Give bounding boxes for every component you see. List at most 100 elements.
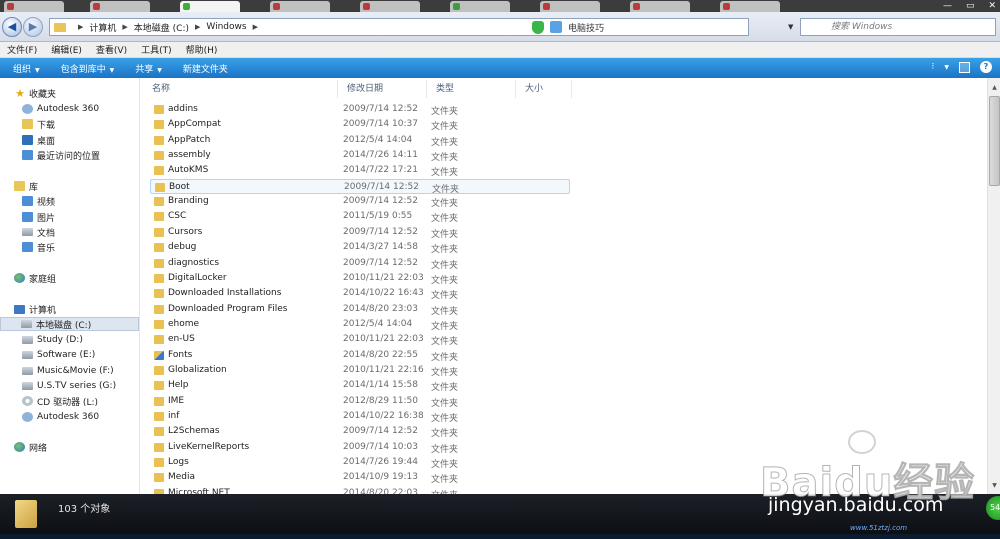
nav-item-desktop[interactable]: 桌面 [22,133,139,147]
table-row[interactable]: Microsoft.NET2014/8/20 22:03文件夹 [150,486,570,494]
shield-icon[interactable] [532,20,544,34]
file-name: Help [168,380,189,391]
menu-edit[interactable]: 编辑(E) [51,43,82,56]
table-row[interactable]: AutoKMS 2014/7/22 17:21 文件夹 [150,163,570,178]
nav-favorites[interactable]: ★ 收藏夹 [14,86,134,100]
table-row[interactable]: LiveKernelReports 2009/7/14 10:03 文件夹 [150,440,570,455]
browser-tab[interactable] [720,1,780,12]
nav-item-music[interactable]: 音乐 [22,240,139,254]
nav-item-local-disk-c[interactable]: 本地磁盘 (C:) [0,317,139,331]
table-row[interactable]: Boot 2009/7/14 12:52 文件夹 [150,178,570,195]
file-name: inf [168,411,180,421]
column-header-date-modified[interactable]: 修改日期 [338,80,427,98]
preview-pane-icon[interactable] [959,61,970,73]
nav-item-recent-places[interactable]: 最近访问的位置 [22,148,139,162]
column-header-size[interactable]: 大小 [516,80,572,98]
extension-label[interactable]: 电脑技巧 [568,21,604,34]
nav-item-videos[interactable]: 视频 [22,194,139,208]
scrollbar-thumb[interactable] [989,96,1000,186]
table-row[interactable]: AppPatch 2012/5/4 14:04 文件夹 [150,133,570,148]
view-options-icon[interactable]: ⁝ [932,62,935,72]
share-button[interactable]: 共享 ▼ [135,62,162,75]
browser-tab[interactable] [4,1,64,12]
file-type: 文件夹 [431,460,459,471]
nav-item-cd-drive-l[interactable]: CD 驱动器 (L:) [22,394,139,408]
browser-tab[interactable] [270,1,330,12]
nav-item-label: Study (D:) [37,335,83,345]
nav-network[interactable]: 网络 [14,440,134,454]
table-row[interactable]: Help 2014/1/14 15:58 文件夹 [150,378,570,393]
back-button[interactable]: ◀ [2,17,22,37]
nav-item-software-e[interactable]: Software (E:) [22,348,139,362]
chevron-down-icon[interactable]: ▼ [944,64,949,71]
column-header-name[interactable]: 名称 [143,80,338,98]
nav-item-downloads[interactable]: 下载 [22,117,139,131]
close-button[interactable]: ✕ [988,0,996,12]
nav-item-music-movie-f[interactable]: Music&Movie (F:) [22,364,139,378]
nav-item-label: Software (E:) [37,350,96,360]
table-row[interactable]: Media 2014/10/9 19:13 文件夹 [150,470,570,485]
menu-file[interactable]: 文件(F) [7,43,37,56]
organize-button[interactable]: 组织 ▼ [13,62,40,75]
table-row[interactable]: assembly 2014/7/26 14:11 文件夹 [150,148,570,163]
table-row[interactable]: Logs 2014/7/26 19:44 文件夹 [150,455,570,470]
table-row[interactable]: diagnostics 2009/7/14 12:52 文件夹 [150,256,570,271]
maximize-button[interactable]: ▭ [966,0,975,12]
search-input[interactable]: 搜索 Windows [800,18,996,36]
table-row[interactable]: DigitalLocker 2010/11/21 22:03 文件夹 [150,271,570,286]
table-row[interactable]: ehome 2012/5/4 14:04 文件夹 [150,317,570,332]
file-name: IME [168,395,185,406]
table-row[interactable]: L2Schemas 2009/7/14 12:52 文件夹 [150,424,570,439]
folder-icon [154,442,164,452]
help-icon[interactable]: ? [980,61,992,73]
chevron-right-icon[interactable]: ▶ [195,23,200,31]
nav-item-pictures[interactable]: 图片 [22,210,139,224]
nav-item-autodesk-360[interactable]: Autodesk 360 [22,102,139,116]
file-name: Downloaded Installations [168,288,282,299]
nav-homegroup[interactable]: 家庭组 [14,271,134,285]
table-row[interactable]: inf 2014/10/22 16:38 文件夹 [150,409,570,424]
extension-icon[interactable] [550,21,562,33]
breadcrumb-item-computer[interactable]: 计算机 [89,21,116,34]
address-dropdown-icon[interactable]: ▼ [788,23,793,31]
tab-favicon-icon [543,3,550,10]
chevron-right-icon[interactable]: ▶ [253,23,258,31]
include-in-library-button[interactable]: 包含到库中 ▼ [61,62,115,75]
nav-item-study-d[interactable]: Study (D:) [22,333,139,347]
chevron-right-icon[interactable]: ▶ [122,23,127,31]
forward-button[interactable]: ▶ [23,17,43,37]
table-row[interactable]: Fonts 2014/8/20 22:55 文件夹 [150,348,570,363]
nav-computer[interactable]: 计算机 [14,302,134,316]
table-row[interactable]: Downloaded Installations 2014/10/22 16:43… [150,286,570,301]
table-row[interactable]: Downloaded Program Files 2014/8/20 23:03 文… [150,302,570,317]
menu-help[interactable]: 帮助(H) [186,43,218,56]
table-row[interactable]: addins 2009/7/14 12:52 文件夹 [150,102,570,117]
browser-tab[interactable] [540,1,600,12]
minimize-button[interactable]: — [943,0,952,12]
table-row[interactable]: en-US 2010/11/21 22:03 文件夹 [150,332,570,347]
column-header-type[interactable]: 类型 [427,80,516,98]
browser-tab[interactable] [450,1,510,12]
menu-tools[interactable]: 工具(T) [141,43,172,56]
chevron-right-icon[interactable]: ▶ [78,23,83,31]
browser-tab[interactable] [90,1,150,12]
browser-tab[interactable] [360,1,420,12]
table-row[interactable]: Branding 2009/7/14 12:52 文件夹 [150,194,570,209]
table-row[interactable]: IME 2012/8/29 11:50 文件夹 [150,394,570,409]
menu-view[interactable]: 查看(V) [96,43,127,56]
table-row[interactable]: CSC 2011/5/19 0:55 文件夹 [150,209,570,224]
breadcrumb-item-windows[interactable]: Windows [206,22,246,32]
table-row[interactable]: debug 2014/3/27 14:58 文件夹 [150,240,570,255]
scroll-up-icon[interactable]: ▲ [989,82,1000,94]
breadcrumb-item-drive-c[interactable]: 本地磁盘 (C:) [134,21,189,34]
table-row[interactable]: AppCompat 2009/7/14 10:37 文件夹 [150,117,570,132]
nav-libraries[interactable]: 库 [14,179,134,193]
browser-tab[interactable] [630,1,690,12]
new-folder-button[interactable]: 新建文件夹 [183,62,228,75]
browser-tab-active[interactable] [180,1,240,12]
table-row[interactable]: Cursors 2009/7/14 12:52 文件夹 [150,225,570,240]
nav-item-documents[interactable]: 文档 [22,225,139,239]
table-row[interactable]: Globalization 2010/11/21 22:16 文件夹 [150,363,570,378]
nav-item-autodesk-360-drive[interactable]: Autodesk 360 [22,410,139,424]
nav-item-us-tv-series-g[interactable]: U.S.TV series (G:) [22,379,139,393]
